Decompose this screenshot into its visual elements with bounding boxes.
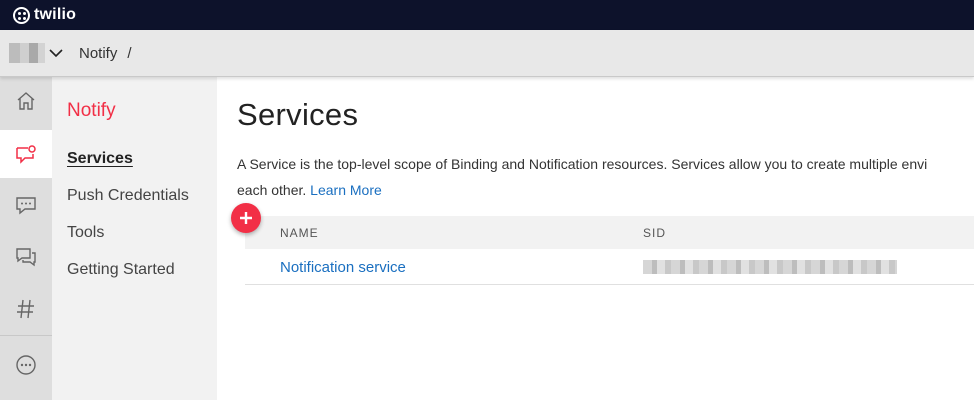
services-table: NAME SID Notification service [245,216,974,285]
breadcrumb-bar: Notify / [0,30,974,77]
home-icon [17,92,35,110]
breadcrumb-item-notify[interactable]: Notify [79,45,117,62]
sub-navigation: Notify Services Push Credentials Tools G… [52,77,217,400]
subnav-title[interactable]: Notify [67,100,116,122]
chevron-down-icon[interactable] [49,46,63,60]
table-header: NAME SID [245,216,974,249]
rail-item-more[interactable] [0,341,52,389]
rail-item-home[interactable] [0,77,52,125]
twilio-logo-icon[interactable] [13,6,30,24]
subnav-item-tools[interactable]: Tools [67,224,104,242]
rail-item-notify[interactable] [0,130,52,178]
description-line-1: A Service is the top-level scope of Bind… [237,156,928,172]
breadcrumb-separator: / [127,44,132,62]
rail-item-conversations[interactable] [0,233,52,281]
page-description: A Service is the top-level scope of Bind… [237,151,974,203]
rail-divider [0,335,52,336]
brand-name[interactable]: twilio [34,6,76,24]
description-text: each other. [237,182,307,198]
page-title: Services [237,97,359,132]
table-row[interactable]: Notification service [245,249,974,285]
column-header-name[interactable]: NAME [280,226,319,240]
learn-more-link[interactable]: Learn More [310,182,382,198]
notify-chat-icon [16,145,36,164]
main-content: Services A Service is the top-level scop… [217,77,974,400]
rail-item-sms[interactable] [0,181,52,229]
top-bar: twilio [0,0,974,30]
subnav-item-services[interactable]: Services [67,150,133,168]
icon-rail [0,77,52,400]
plus-icon [240,212,252,224]
hash-icon [17,299,34,319]
account-avatar[interactable] [9,43,45,63]
sms-chat-icon [16,197,36,215]
service-sid-redacted [643,260,897,274]
more-dots-icon [16,355,36,375]
description-line-2: each other. Learn More [237,177,974,203]
subnav-item-getting-started[interactable]: Getting Started [67,261,175,279]
column-header-sid[interactable]: SID [643,226,666,240]
subnav-item-push-credentials[interactable]: Push Credentials [67,187,189,205]
rail-item-hash[interactable] [0,285,52,333]
conversations-icon [16,248,36,267]
service-name-link[interactable]: Notification service [280,259,406,276]
add-service-button[interactable] [231,203,261,233]
